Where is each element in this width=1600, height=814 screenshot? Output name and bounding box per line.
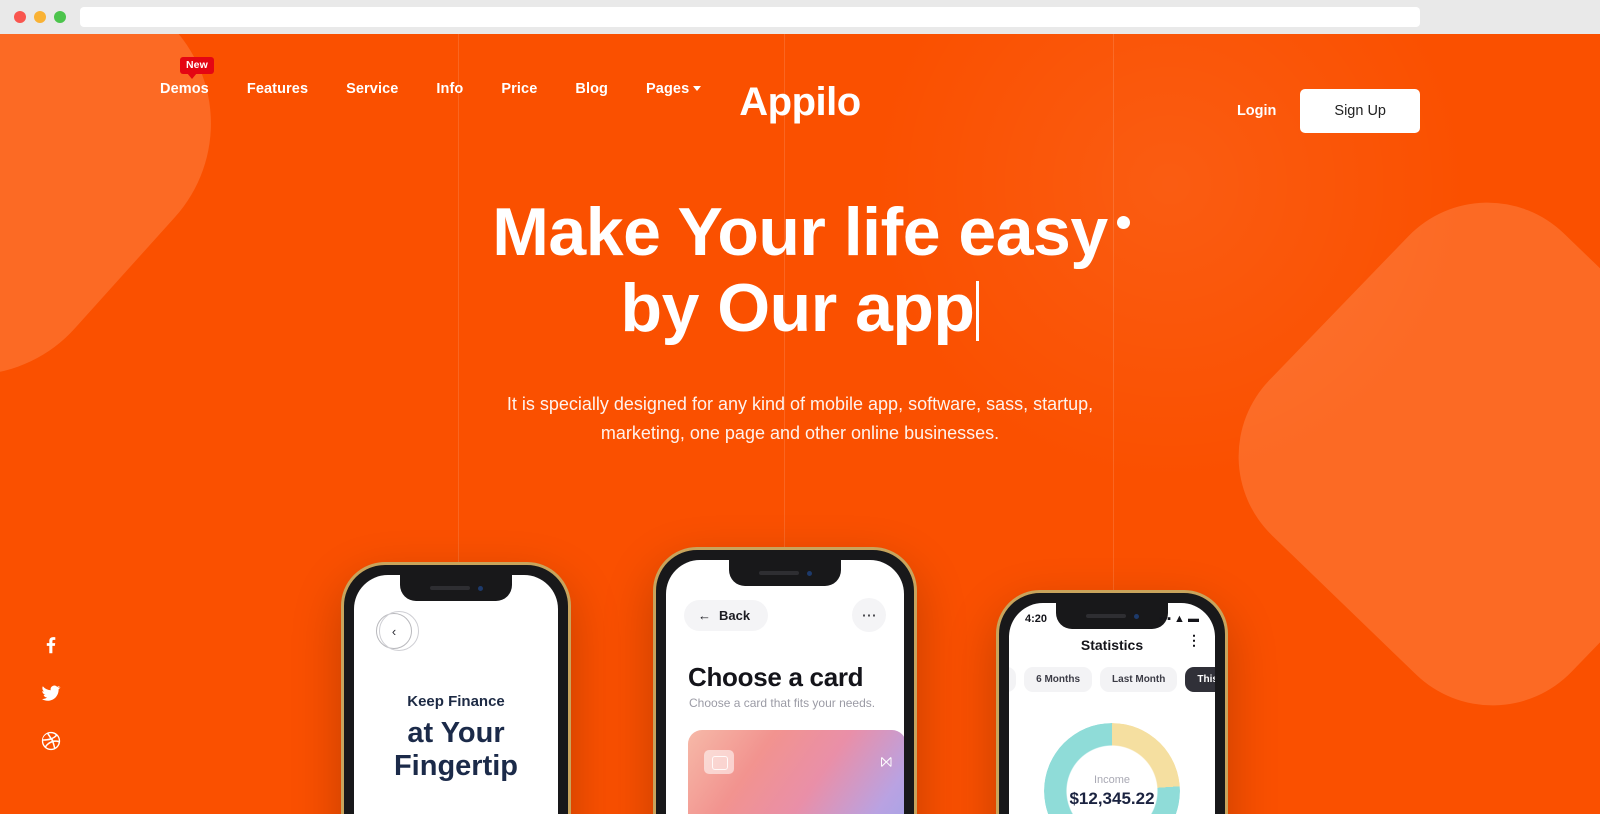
typing-caret [976,281,980,342]
status-bar-icons: ▪▪▪ ▲ ▬ [1159,613,1199,625]
filter-chip-last-month[interactable]: Last Month [1100,667,1178,692]
filter-chip-year[interactable]: Year [1009,667,1017,692]
front-camera [806,570,812,576]
phone-screen-center: ← Back ⋯ Choose a card Choose a card tha… [666,560,904,814]
address-bar-input[interactable] [80,7,1420,27]
page-viewport: New Demos Features Service Info Price Bl… [0,34,1600,814]
new-badge: New [180,57,214,78]
site-header: New Demos Features Service Info Price Bl… [0,34,1600,144]
nav-item-service[interactable]: Service [346,81,398,97]
browser-chrome [0,0,1600,34]
social-links-rail [40,634,62,752]
close-window-button[interactable] [14,11,26,23]
hero-decorative-dot [1117,216,1130,229]
back-button[interactable]: ← Back [684,599,769,631]
back-circle-button[interactable]: ‹ [376,611,419,651]
nav-item-price[interactable]: Price [501,81,537,97]
back-button-label: Back [719,607,751,623]
hero-title: Make Your life easy by Our app [0,194,1600,346]
login-link[interactable]: Login [1237,103,1276,119]
phone-mockup-center: ← Back ⋯ Choose a card Choose a card tha… [653,547,917,814]
donut-label-value: $12,345.22 [1069,788,1155,808]
phone-mockup-right: 4:20 ▪▪▪ ▲ ▬ Statistics ⋮ Year 6 Months … [996,590,1228,814]
twitter-link[interactable] [40,682,62,704]
brand-logo[interactable]: Appilo [739,80,861,125]
nav-item-label: Demos [160,81,209,97]
primary-navigation: New Demos Features Service Info Price Bl… [160,57,701,97]
phone-mockup-left: ‹ Keep Finance at Your Fingertip [341,562,571,814]
hero-title-line-1: Make Your life easy [492,194,1108,270]
hero-title-line-2: by Our app [620,270,975,347]
front-camera [477,585,483,591]
phone-notch [729,560,841,586]
overflow-menu-icon[interactable]: ⋮ [1187,633,1201,647]
phone-screen-right: 4:20 ▪▪▪ ▲ ▬ Statistics ⋮ Year 6 Months … [1009,603,1215,814]
facebook-link[interactable] [40,634,62,656]
left-phone-title-line-1: at Your [407,717,505,749]
time-range-filter: Year 6 Months Last Month This Week [1009,667,1215,692]
nav-item-demos[interactable]: New Demos [160,57,214,97]
chat-icon[interactable]: ⋯ [852,598,886,632]
earpiece-speaker [429,586,470,590]
facebook-icon [46,637,56,654]
donut-label-key: Income [1093,773,1131,786]
dribbble-icon [41,731,61,751]
status-bar-time: 4:20 [1025,613,1048,625]
credit-card[interactable]: ⧖ •••• 8250 VISA [688,730,904,814]
twitter-icon [41,685,61,701]
card-chip-icon [704,750,734,774]
filter-chip-6-months[interactable]: 6 Months [1024,667,1093,692]
left-phone-kicker: Keep Finance [407,693,505,710]
center-phone-topbar: ← Back ⋯ [684,598,886,632]
hero-section: Make Your life easy by Our app It is spe… [0,194,1600,449]
traffic-lights [0,11,66,23]
phone-notch [400,575,512,601]
back-arrow-icon: ← [698,607,711,623]
minimize-window-button[interactable] [34,11,46,23]
hero-subtitle: It is specially designed for any kind of… [506,394,1094,444]
nav-item-pages[interactable]: Pages [646,81,701,97]
contactless-icon: ⧖ [877,756,897,768]
donut-center-label: Income $12,345.22 [1044,723,1180,814]
maximize-window-button[interactable] [54,11,66,23]
center-phone-title: Choose a card [688,662,864,692]
status-bar: 4:20 ▪▪▪ ▲ ▬ [1009,613,1215,625]
dribbble-link[interactable] [40,730,62,752]
signup-button[interactable]: Sign Up [1300,89,1420,133]
nav-item-blog[interactable]: Blog [575,81,608,97]
header-actions: Login Sign Up [1237,89,1420,133]
center-phone-subtitle: Choose a card that fits your needs. [689,696,876,710]
left-phone-title: at Your Fingertip [354,717,558,783]
statistics-title: Statistics [1080,637,1144,653]
phone-screen-left: ‹ Keep Finance at Your Fingertip [354,575,558,814]
left-phone-title-line-2: Fingertip [393,749,519,782]
earpiece-speaker [758,571,799,575]
income-donut-chart: Income $12,345.22 [1044,723,1180,814]
filter-chip-this-week[interactable]: This Week [1185,667,1215,692]
nav-item-info[interactable]: Info [436,81,463,97]
nav-item-features[interactable]: Features [247,81,308,97]
